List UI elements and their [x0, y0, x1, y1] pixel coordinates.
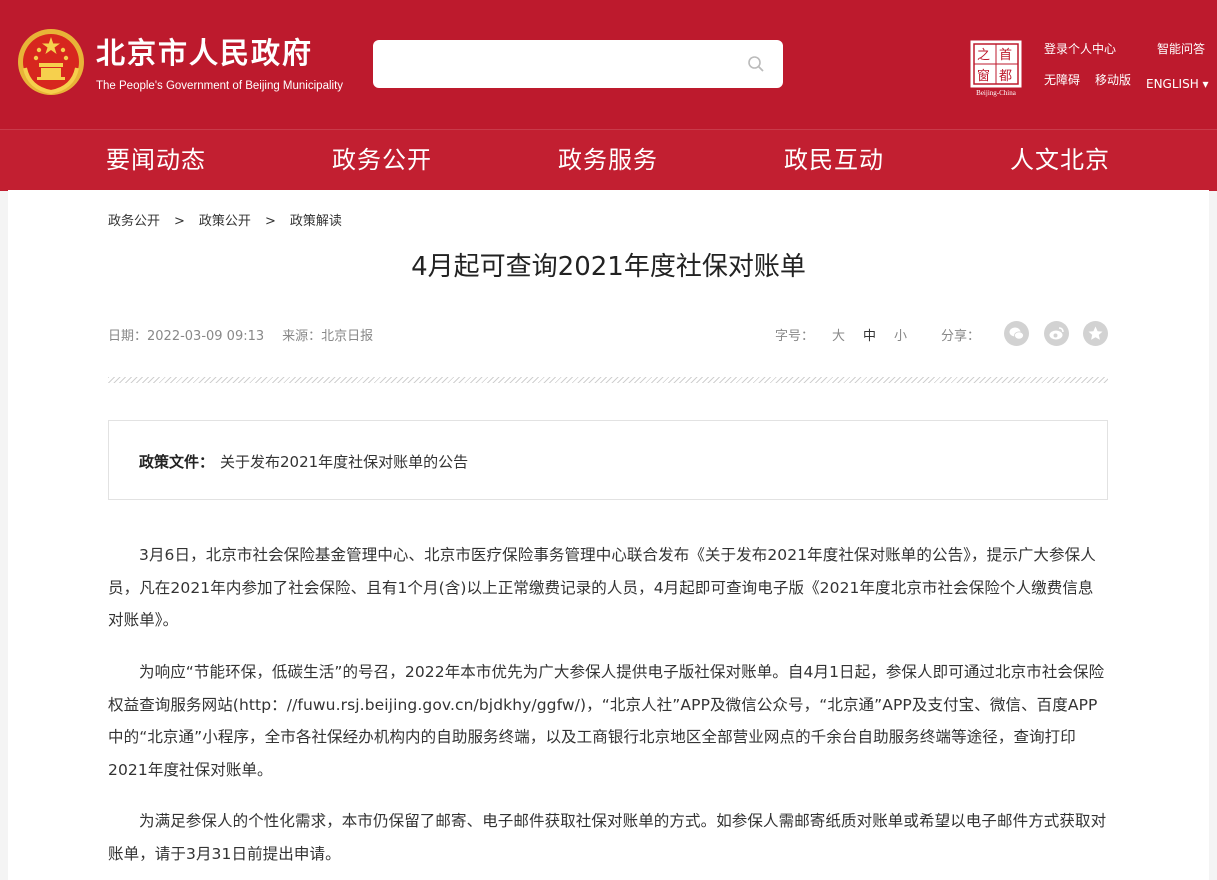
- font-size-medium[interactable]: 中: [863, 329, 876, 344]
- font-size-control: 字号： 大 中 小: [775, 325, 907, 344]
- badge-char: 都: [999, 69, 1013, 84]
- weibo-icon[interactable]: [1044, 321, 1069, 346]
- article-source: 来源：北京日报: [282, 329, 374, 344]
- article-paragraph: 为满足参保人的个性化需求，本市仍保留了邮寄、电子邮件获取社保对账单的方式。如参保…: [108, 812, 1107, 863]
- policy-document-label: 政策文件：: [139, 453, 215, 471]
- font-size-small[interactable]: 小: [894, 329, 907, 344]
- article-title: 4月起可查询2021年度社保对账单: [411, 252, 806, 282]
- article-date: 日期：2022-03-09 09:13: [108, 329, 265, 344]
- favorite-star-icon[interactable]: [1083, 321, 1108, 346]
- article-paragraph: 为响应“节能环保，低碳生活”的号召，2022年本市优先为广大参保人提供电子版社保…: [108, 663, 1105, 779]
- accessible-link[interactable]: 无障碍: [1044, 73, 1080, 87]
- article-meta: 日期：2022-03-09 09:13 来源：北京日报: [108, 325, 391, 344]
- article-page: 政务公开 > 政策公开 > 政策解读 4月起可查询2021年度社保对账单 日期：2022…: [8, 190, 1209, 880]
- nav-item-interaction[interactable]: 政民互动: [784, 130, 884, 191]
- breadcrumb-item[interactable]: 政策解读: [290, 214, 342, 229]
- breadcrumb-item[interactable]: 政策公开: [199, 214, 251, 229]
- breadcrumb-separator: >: [264, 214, 276, 229]
- badge-char: 之: [977, 48, 991, 63]
- policy-document-box: 政策文件： 关于发布2021年度社保对账单的公告: [108, 420, 1108, 500]
- search-box: [373, 40, 783, 88]
- site-title[interactable]: 北京市人民政府: [96, 36, 313, 70]
- badge-char: 首: [999, 48, 1013, 63]
- font-size-large[interactable]: 大: [832, 329, 845, 344]
- breadcrumb-item[interactable]: 政务公开: [108, 214, 160, 229]
- english-link[interactable]: ENGLISH ▾: [1146, 77, 1209, 91]
- site-subtitle: The People's Government of Beijing Munic…: [96, 80, 344, 92]
- badge-char: 窗: [977, 69, 991, 84]
- capital-window-badge[interactable]: 之 首 窗 都 Beijing-China: [970, 40, 1022, 98]
- login-link[interactable]: 登录个人中心: [1044, 42, 1116, 56]
- nav-item-news[interactable]: 要闻动态: [106, 130, 206, 191]
- search-input[interactable]: [373, 40, 733, 88]
- policy-document-link[interactable]: 关于发布2021年度社保对账单的公告: [220, 451, 468, 472]
- qa-link[interactable]: 智能问答: [1157, 42, 1205, 56]
- national-emblem-icon[interactable]: [17, 28, 85, 96]
- font-size-label: 字号：: [775, 329, 815, 344]
- nav-item-services[interactable]: 政务服务: [558, 130, 658, 191]
- site-header: 北京市人民政府 The People's Government of Beiji…: [0, 0, 1217, 129]
- nav-item-culture[interactable]: 人文北京: [1010, 130, 1110, 191]
- breadcrumb-separator: >: [174, 214, 185, 229]
- breadcrumb: 政务公开 > 政策公开 > 政策解读: [108, 210, 342, 229]
- divider: [108, 377, 1108, 383]
- wechat-icon[interactable]: [1004, 321, 1029, 346]
- mobile-link[interactable]: 移动版: [1095, 73, 1131, 87]
- badge-caption: Beijing-China: [976, 89, 1016, 97]
- main-nav: 要闻动态 政务公开 政务服务 政民互动 人文北京: [0, 129, 1217, 191]
- share-label: 分享：: [941, 329, 981, 344]
- nav-item-gov-affairs[interactable]: 政务公开: [332, 130, 432, 191]
- article-paragraph: 3月6日，北京市社会保险基金管理中心、北京市医疗保险事务管理中心联合发布《关于发…: [108, 546, 1096, 629]
- search-icon[interactable]: [747, 55, 765, 73]
